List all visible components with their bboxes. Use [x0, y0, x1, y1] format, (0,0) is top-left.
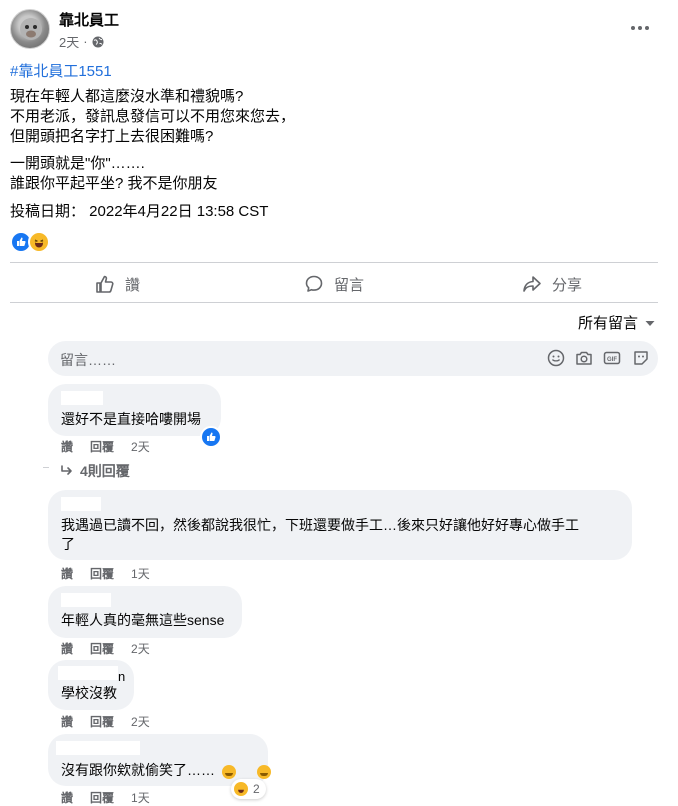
comment-text: 還好不是直接哈嘍開場: [61, 411, 201, 427]
gif-icon[interactable]: GIF: [603, 349, 621, 367]
more-options-button[interactable]: [628, 16, 652, 40]
comment-text: 年輕人真的毫無這些sense: [61, 612, 225, 628]
author-name[interactable]: 靠北員工: [59, 9, 119, 30]
comment-reply-link[interactable]: 回覆: [90, 789, 114, 806]
redacted-commenter-name: [61, 391, 103, 405]
comment-time[interactable]: 2天: [131, 713, 150, 730]
post-text-line: 一開頭就是"你"…….: [10, 155, 145, 172]
comment-time[interactable]: 1天: [131, 565, 150, 582]
comment-actions: 讚 回覆 1天: [61, 565, 150, 582]
comment-label: 留言: [334, 276, 365, 294]
dot-icon: [645, 26, 649, 30]
comment-time[interactable]: 2天: [131, 640, 150, 657]
comment-sort-label: 所有留言: [578, 315, 639, 332]
divider: [10, 302, 658, 303]
comment-button[interactable]: 留言: [304, 270, 364, 298]
comment-actions: 讚 回覆 1天: [61, 789, 150, 806]
comment-like-link[interactable]: 讚: [61, 438, 73, 455]
view-replies-link[interactable]: 4則回覆: [60, 461, 130, 481]
reply-arrow-icon: [61, 465, 72, 475]
monkey-avatar-image: [20, 18, 42, 40]
grin-emoji-icon: [257, 764, 272, 779]
comment-like-link[interactable]: 讚: [61, 713, 73, 730]
post-date-line: 投稿日期： 2022年4月22日 13:58 CST: [10, 203, 269, 220]
haha-reaction-icon: [233, 781, 249, 797]
caret-down-icon: [645, 320, 655, 326]
post-meta: 2天 ·: [59, 32, 104, 51]
redacted-commenter-name: [61, 593, 111, 607]
comment-actions: 讚 回覆 2天: [61, 438, 150, 455]
grin-emoji-icon: [222, 764, 236, 779]
svg-text:GIF: GIF: [607, 357, 617, 363]
comment-reply-link[interactable]: 回覆: [90, 640, 114, 657]
comment-input-placeholder: 留言……: [60, 352, 116, 368]
comment-like-link[interactable]: 讚: [61, 789, 73, 806]
thread-line: [43, 467, 49, 468]
share-label: 分享: [552, 276, 583, 294]
comment-icon: [305, 275, 323, 292]
dot-icon: [638, 26, 642, 30]
like-label: 讚: [125, 276, 141, 294]
redacted-commenter-name: [56, 741, 140, 755]
comment-actions: 讚 回覆 2天: [61, 713, 150, 730]
view-replies-label: 4則回覆: [80, 463, 130, 479]
emoji-icon[interactable]: [547, 349, 565, 367]
hashtag-link[interactable]: #靠北員工1551: [10, 60, 112, 81]
comment-time[interactable]: 1天: [131, 789, 150, 806]
haha-reaction-icon: [28, 231, 50, 253]
reaction-count: 2: [253, 782, 260, 796]
comment-time[interactable]: 2天: [131, 438, 150, 455]
author-avatar[interactable]: [10, 9, 50, 49]
reaction-summary[interactable]: [10, 231, 50, 253]
comment-reaction-summary[interactable]: 2: [231, 779, 266, 799]
sticker-icon[interactable]: [632, 349, 650, 367]
comment-reply-link[interactable]: 回覆: [90, 565, 114, 582]
comment-input[interactable]: [48, 341, 658, 376]
comment-text: 我遇過已讀不回，然後都說我很忙，下班還要做手工…後來只好讓他好好專心做手工: [61, 517, 579, 533]
like-reaction-icon[interactable]: [200, 426, 222, 448]
comment-like-link[interactable]: 讚: [61, 565, 73, 582]
camera-icon[interactable]: [575, 349, 593, 367]
share-icon: [523, 276, 541, 292]
comment-text: 沒有跟你欸就偷笑了……: [61, 762, 215, 778]
post-text-line: 現在年輕人都這麼沒水準和禮貌嗎?: [10, 88, 244, 105]
post-time[interactable]: 2天: [59, 32, 79, 51]
thumbs-up-icon: [96, 275, 114, 293]
comment-actions: 讚 回覆 2天: [61, 640, 150, 657]
comment-sort-dropdown[interactable]: 所有留言: [578, 312, 656, 333]
redacted-commenter-name: [58, 666, 118, 680]
redacted-commenter-name: [61, 497, 101, 511]
commenter-name-fragment: n: [118, 669, 126, 684]
comment-reply-link[interactable]: 回覆: [90, 438, 114, 455]
post-text-line: 不用老派，發訊息發信可以不用您來您去，: [10, 108, 296, 125]
dot-icon: [631, 26, 635, 30]
like-button[interactable]: 讚: [95, 270, 140, 298]
globe-icon: [92, 36, 104, 47]
comment-reply-link[interactable]: 回覆: [90, 713, 114, 730]
comment-text: 了: [61, 536, 75, 552]
comment-text: 學校沒教: [61, 685, 117, 701]
share-button[interactable]: 分享: [522, 270, 582, 298]
divider: [10, 262, 658, 263]
post-text-line: 誰跟你平起平坐? 我不是你朋友: [10, 175, 218, 192]
comment-like-link[interactable]: 讚: [61, 640, 73, 657]
post-text-line: 但開頭把名字打上去很困難嗎?: [10, 128, 214, 145]
